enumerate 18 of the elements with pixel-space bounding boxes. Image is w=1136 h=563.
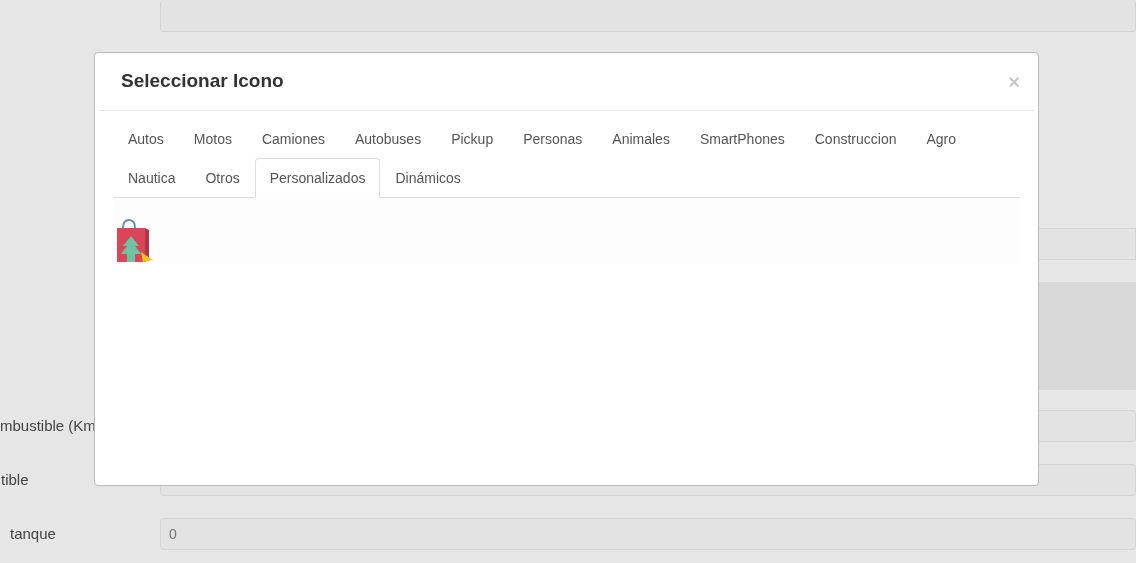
tab[interactable]: SmartPhones (684, 119, 800, 159)
tab[interactable]: Camiones (246, 119, 340, 159)
tab[interactable]: Agro (911, 119, 972, 159)
field-label: tanque (9, 523, 57, 544)
tab[interactable]: Dinámicos (380, 158, 476, 198)
tab[interactable]: Autobuses (339, 119, 437, 159)
modal-title: Seleccionar Icono (121, 69, 284, 94)
tab[interactable]: Autos (113, 119, 179, 159)
tab[interactable]: Motos (178, 119, 247, 159)
input-field[interactable]: 0 (160, 518, 1136, 550)
tab[interactable]: Otros (190, 158, 255, 198)
tab[interactable]: Personalizados (254, 158, 381, 198)
tab[interactable]: Personas (508, 119, 598, 159)
field-label: tible (0, 469, 30, 490)
tab[interactable]: Pickup (436, 119, 509, 159)
tab[interactable]: Nautica (113, 158, 191, 198)
tab[interactable]: Construccion (799, 119, 912, 159)
tab[interactable]: Animales (597, 119, 685, 159)
